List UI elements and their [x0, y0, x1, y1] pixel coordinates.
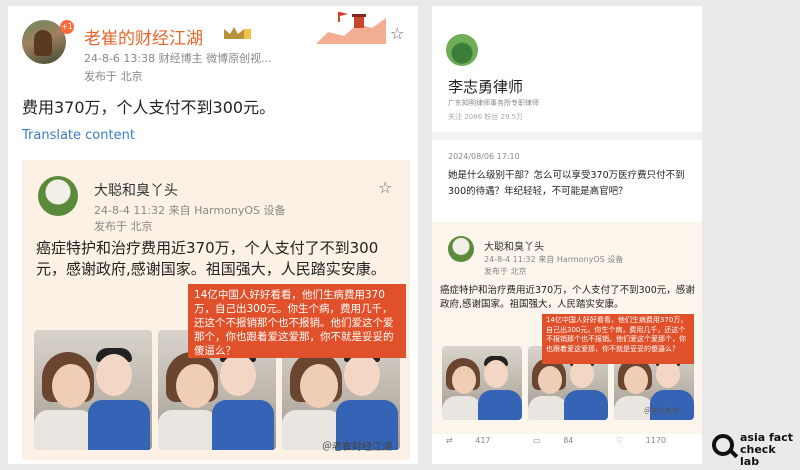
- logo-line-2: check lab: [740, 443, 776, 468]
- quoted-post-location: 发布于 北京: [94, 220, 153, 233]
- quoted-post-card[interactable]: 大聪和臭丫头 24-8-4 11:32 来自 HarmonyOS 设备 发布于 …: [22, 160, 410, 460]
- quoted-author-avatar[interactable]: [448, 236, 474, 262]
- comment-button[interactable]: ▭ 84: [533, 436, 593, 445]
- post-text: 她是什么级别干部？怎么可以享受370万医疗费只付不到300的待遇？年纪轻轻，不可…: [448, 170, 685, 197]
- post-text: 费用370万，个人支付不到300元。: [22, 98, 276, 117]
- caption-overlay: 14亿中国人好好看看，他们生病费用370万，自己出300元。你生个病，费用几千，…: [188, 284, 406, 358]
- photo-1[interactable]: [442, 346, 522, 420]
- post-date: 2024/08/06 17:10: [448, 152, 520, 161]
- action-bar: ⇄ 417 ▭ 84 ♡ 1170: [446, 436, 702, 456]
- favorite-star-icon[interactable]: ☆: [390, 26, 404, 42]
- photo-1[interactable]: [34, 330, 152, 450]
- magnifier-logo-icon: [712, 434, 734, 456]
- image-watermark: ＠李志勇律: [644, 407, 679, 415]
- left-screenshot: +1 老崔的财经江湖 24-8-6 13:38 财经博主 微博原创视... 发布…: [8, 6, 418, 464]
- follow-stats: 关注 2086 粉丝 29.5万: [448, 113, 524, 121]
- logo-text: asia fact check lab: [740, 432, 796, 468]
- like-icon: ♡: [615, 436, 624, 445]
- quoted-post-location: 发布于 北京: [484, 267, 527, 276]
- great-wall-decoration-icon: [316, 12, 386, 44]
- quoted-author-avatar[interactable]: [38, 176, 78, 216]
- image-watermark: ＠老崔财经江湖: [322, 442, 392, 453]
- section-divider: [432, 132, 702, 140]
- notification-badge: +1: [60, 20, 74, 34]
- author-name[interactable]: 老崔的财经江湖: [84, 24, 203, 49]
- vip-crown-icon: [224, 27, 251, 39]
- lawyer-name[interactable]: 李志勇律师: [448, 76, 523, 97]
- comment-count: 84: [563, 436, 574, 445]
- like-button[interactable]: ♡ 1170: [616, 436, 686, 445]
- repost-count: 417: [475, 436, 491, 445]
- like-count: 1170: [645, 436, 666, 445]
- quoted-author-name[interactable]: 大聪和臭丫头: [94, 180, 178, 200]
- lawyer-avatar[interactable]: [446, 34, 478, 66]
- translate-content-link[interactable]: Translate content: [22, 128, 135, 143]
- quoted-post-text: 癌症特护和治疗费用近370万，个人支付了不到300元，感谢政府,感谢国家。祖国强…: [440, 285, 695, 310]
- lawyer-firm: 广东知明律师事务所专职律师: [448, 99, 539, 107]
- caption-overlay: 14亿中国人好好看看，他们生病费用370万，自己出300元。你生个病，费用几千，…: [542, 314, 694, 364]
- quoted-post-card[interactable]: 大聪和臭丫头 24-8-4 11:32 来自 HarmonyOS 设备 发布于 …: [432, 222, 702, 434]
- repost-button[interactable]: ⇄ 417: [446, 436, 511, 445]
- quoted-author-name[interactable]: 大聪和臭丫头: [484, 238, 544, 253]
- right-screenshot: 李志勇律师 广东知明律师事务所专职律师 关注 2086 粉丝 29.5万 202…: [432, 6, 702, 464]
- quoted-post-meta: 24-8-4 11:32 来自 HarmonyOS 设备: [484, 255, 624, 264]
- repost-icon: ⇄: [446, 436, 453, 445]
- post-location: 发布于 北京: [84, 70, 143, 83]
- quoted-post-meta: 24-8-4 11:32 来自 HarmonyOS 设备: [94, 204, 286, 217]
- comment-icon: ▭: [533, 436, 541, 445]
- quoted-favorite-star-icon[interactable]: ☆: [378, 180, 392, 196]
- quoted-post-text: 癌症特护和治疗费用近370万，个人支付了不到300元，感谢政府,感谢国家。祖国强…: [36, 239, 386, 278]
- asia-fact-check-lab-logo: asia fact check lab: [712, 428, 796, 468]
- post-meta: 24-8-6 13:38 财经博主 微博原创视...: [84, 52, 272, 65]
